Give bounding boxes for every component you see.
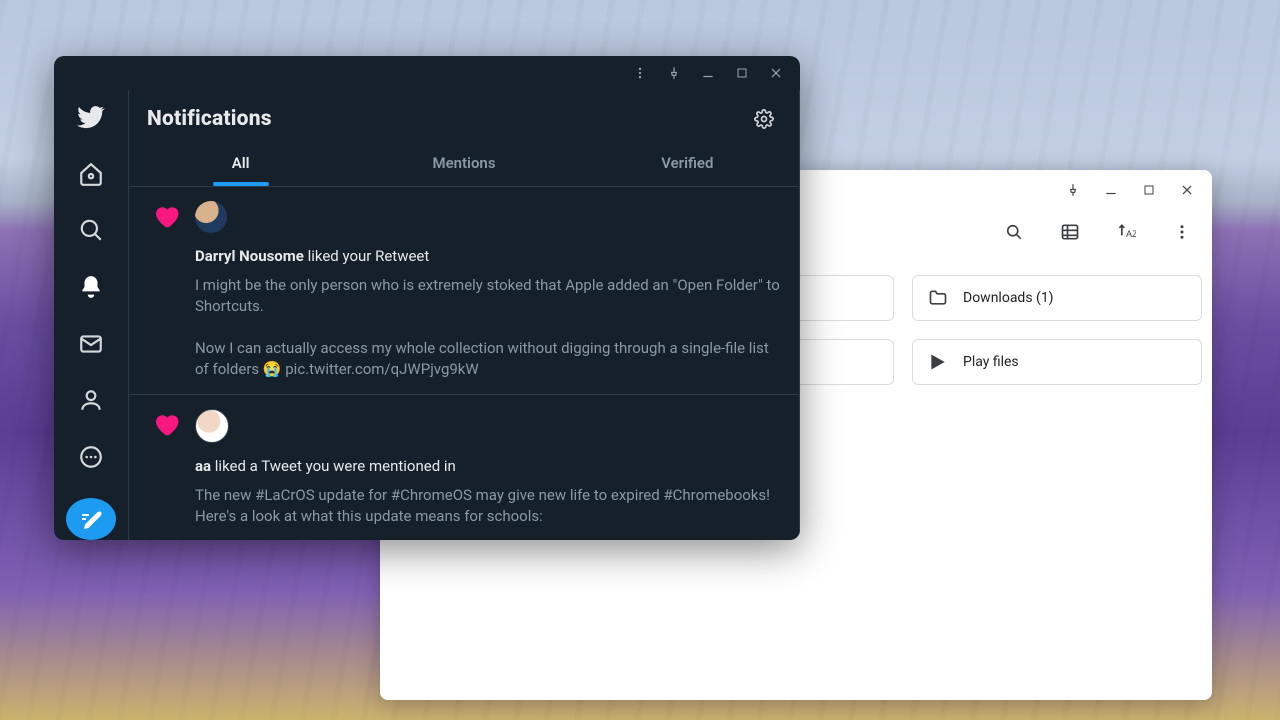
close-button[interactable] bbox=[1170, 175, 1204, 205]
pin-button[interactable] bbox=[658, 59, 690, 87]
tile-play-files[interactable]: Play files bbox=[912, 339, 1202, 385]
maximize-button[interactable] bbox=[1132, 175, 1166, 205]
tile-label: Downloads (1) bbox=[963, 290, 1054, 306]
profile-icon[interactable] bbox=[68, 381, 114, 420]
minimize-button[interactable] bbox=[1094, 175, 1128, 205]
twitter-sidebar bbox=[54, 90, 129, 540]
like-icon bbox=[147, 409, 181, 527]
tab-label: Verified bbox=[661, 154, 713, 172]
avatar[interactable] bbox=[195, 409, 229, 443]
page-title: Notifications bbox=[147, 107, 272, 131]
tab-all[interactable]: All bbox=[129, 140, 352, 186]
twitter-main: Notifications All Mentions Verified bbox=[129, 90, 800, 540]
notifications-icon[interactable] bbox=[68, 268, 114, 307]
twitter-window: Notifications All Mentions Verified bbox=[54, 56, 800, 540]
play-icon bbox=[927, 351, 949, 373]
tabs: All Mentions Verified bbox=[129, 140, 799, 187]
home-icon[interactable] bbox=[68, 155, 114, 194]
notification-item[interactable]: Darryl Nousome liked your Retweet I migh… bbox=[129, 187, 799, 395]
pin-button[interactable] bbox=[1056, 175, 1090, 205]
notifications-feed: Darryl Nousome liked your Retweet I migh… bbox=[129, 187, 799, 540]
tile-downloads-1[interactable]: Downloads (1) bbox=[912, 275, 1202, 321]
tab-label: All bbox=[232, 154, 250, 172]
view-toggle-icon[interactable] bbox=[1052, 214, 1088, 250]
compose-button[interactable] bbox=[66, 498, 116, 540]
action-text: liked a Tweet you were mentioned in bbox=[211, 457, 456, 475]
action-text: liked your Retweet bbox=[304, 247, 429, 265]
minimize-button[interactable] bbox=[692, 59, 724, 87]
more-nav-icon[interactable] bbox=[68, 437, 114, 476]
notification-title: Darryl Nousome liked your Retweet bbox=[195, 247, 781, 265]
actor-name: aa bbox=[195, 457, 211, 475]
twitter-header: Notifications bbox=[129, 90, 799, 140]
app-menu-icon[interactable] bbox=[624, 59, 656, 87]
notification-body: The new #LaCrOS update for #ChromeOS may… bbox=[195, 485, 781, 527]
notification-title: aa liked a Tweet you were mentioned in bbox=[195, 457, 781, 475]
notification-item[interactable]: aa liked a Tweet you were mentioned in T… bbox=[129, 395, 799, 540]
tab-mentions[interactable]: Mentions bbox=[352, 140, 575, 186]
search-icon[interactable] bbox=[996, 214, 1032, 250]
explore-icon[interactable] bbox=[68, 211, 114, 250]
folder-icon bbox=[927, 287, 949, 309]
notification-body: I might be the only person who is extrem… bbox=[195, 275, 781, 380]
actor-name: Darryl Nousome bbox=[195, 247, 304, 265]
messages-icon[interactable] bbox=[68, 324, 114, 363]
svg-text:AZ: AZ bbox=[1126, 229, 1136, 239]
tab-label: Mentions bbox=[432, 154, 495, 172]
close-button[interactable] bbox=[760, 59, 792, 87]
tile-label: Play files bbox=[963, 354, 1019, 370]
more-icon[interactable] bbox=[1164, 214, 1200, 250]
maximize-button[interactable] bbox=[726, 59, 758, 87]
like-icon bbox=[147, 201, 181, 380]
settings-icon[interactable] bbox=[747, 102, 781, 136]
twitter-titlebar bbox=[54, 56, 800, 90]
avatar[interactable] bbox=[195, 201, 227, 233]
sort-icon[interactable]: AZ bbox=[1108, 214, 1144, 250]
tab-verified[interactable]: Verified bbox=[576, 140, 799, 186]
tiles-column-right: Downloads (1) Play files bbox=[912, 275, 1202, 680]
logo-icon[interactable] bbox=[68, 98, 114, 137]
